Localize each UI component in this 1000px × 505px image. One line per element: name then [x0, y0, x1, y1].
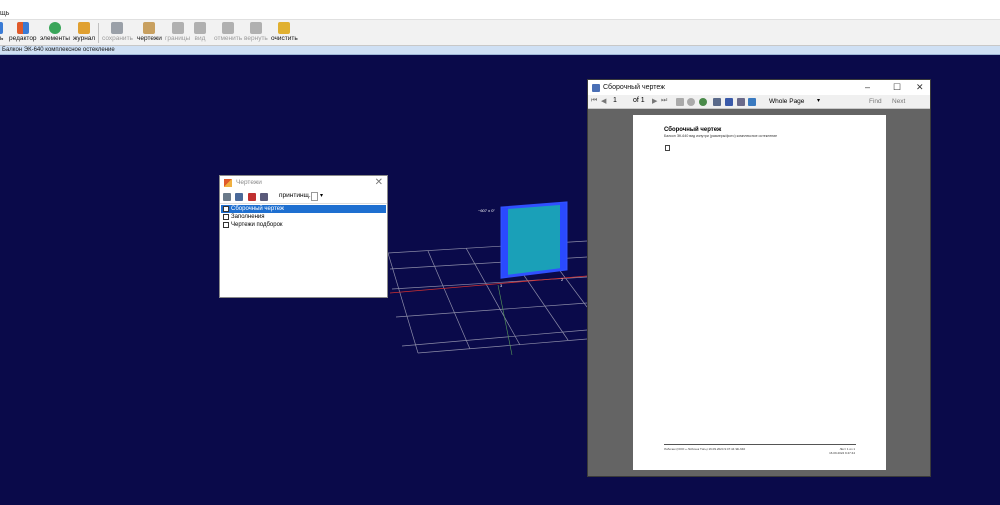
export-icon[interactable]	[748, 98, 756, 106]
find-button[interactable]: Find	[869, 98, 882, 105]
next-button[interactable]: Next	[892, 98, 905, 105]
report-footer-date: 16.09.2024 9:47:44	[829, 451, 855, 455]
toolbar-button-elements[interactable]: элементы	[40, 22, 70, 44]
drawing-thumbnail	[665, 145, 670, 151]
printer-select-box[interactable]	[311, 192, 318, 201]
list-item[interactable]: Чертежи подборок	[221, 221, 386, 229]
maximize-icon[interactable]: ☐	[893, 82, 901, 93]
toolbar-button-redo[interactable]: вернуть	[244, 22, 268, 44]
checkbox[interactable]	[223, 214, 229, 220]
list-item[interactable]: Сборочный чертеж	[221, 205, 386, 213]
report-icon	[592, 84, 600, 92]
chevron-down-icon[interactable]: ▾	[320, 192, 323, 199]
toolbar-button-view[interactable]: вид	[194, 22, 206, 44]
elements-icon	[48, 22, 61, 34]
drawings-list: Сборочный чертеж Заполнения Чертежи подб…	[221, 205, 386, 229]
page-setup-icon[interactable]	[737, 98, 745, 106]
next-page-icon[interactable]: ▶	[652, 97, 657, 105]
x-axis-line	[389, 275, 588, 294]
save-icon	[111, 22, 124, 34]
prev-page-icon[interactable]: ◀	[601, 97, 606, 105]
report-page: Сборочный чертеж Балкон ЭК-640 вид изнут…	[633, 115, 886, 470]
close-icon[interactable]: ✕	[916, 82, 924, 93]
file-icon	[0, 22, 4, 34]
checkbox[interactable]	[223, 222, 229, 228]
drawings-window: Чертежи ✕ принтинщ... ▾ Сборочный чертеж…	[219, 175, 388, 298]
app-icon	[224, 179, 232, 187]
y-axis-line	[497, 284, 513, 356]
dimension-label-left: 3	[500, 283, 503, 288]
main-toolbar: ть редактор элементы журнал сохранить че…	[0, 20, 1000, 46]
toolbar-button-file[interactable]: ть	[0, 22, 3, 44]
panel-frame-right	[560, 203, 566, 270]
clear-icon	[278, 22, 291, 34]
report-footer-left: Лобочек (ООО « Лобочек Тип») 16.09.2024 …	[664, 447, 746, 451]
page-number-input[interactable]: 1	[613, 97, 617, 104]
toolbar-button-undo[interactable]: отменить	[214, 22, 242, 44]
toolbar-button-save[interactable]: сохранить	[102, 22, 133, 44]
minimize-icon[interactable]: –	[865, 82, 870, 92]
drawings-window-titlebar[interactable]: Чертежи ✕	[220, 176, 387, 190]
dimension-label-top: ~607 x 0"	[478, 208, 495, 213]
redo-icon	[249, 22, 262, 34]
list-item[interactable]: Заполнения	[221, 213, 386, 221]
toolbar-button-editor[interactable]: редактор	[9, 22, 37, 44]
stop-icon[interactable]	[687, 98, 695, 106]
print-preview-window: Сборочный чертеж – ☐ ✕ ⏮ ◀ 1 of 1 ▶ ⏭ Wh…	[587, 79, 931, 477]
refresh-icon[interactable]	[699, 98, 707, 106]
settings-icon[interactable]	[260, 193, 268, 201]
footer-divider	[664, 444, 856, 445]
document-title: Балкон ЭК-640 комплексное остекление	[2, 47, 115, 53]
toolbar-button-bounds[interactable]: границы	[165, 22, 190, 44]
chevron-down-icon[interactable]: ▾	[817, 97, 820, 104]
report-subtitle: Балкон ЭК-640 вид изнутри (размеры/фото)…	[664, 134, 778, 138]
close-icon[interactable]: ✕	[375, 177, 383, 188]
print-icon[interactable]	[223, 193, 231, 201]
menu-bar: щь	[0, 0, 1000, 20]
drawings-toolbar: принтинщ... ▾	[220, 190, 387, 204]
print-icon[interactable]	[713, 98, 721, 106]
toolbar-button-drawings[interactable]: чертежи	[137, 22, 162, 44]
toolbar-separator	[98, 23, 99, 43]
first-page-icon[interactable]: ⏮	[591, 97, 597, 105]
preview-toolbar: ⏮ ◀ 1 of 1 ▶ ⏭ Whole Page ▾ Find Next	[588, 95, 930, 109]
drawings-window-title: Чертежи	[236, 179, 262, 186]
journal-icon	[78, 22, 91, 34]
last-page-icon[interactable]: ⏭	[661, 97, 667, 105]
report-title: Сборочный чертеж	[664, 127, 722, 133]
preview-icon[interactable]	[235, 193, 243, 201]
drawings-icon	[143, 22, 156, 34]
back-icon[interactable]	[676, 98, 684, 106]
editor-icon	[16, 22, 29, 34]
balcony-panel[interactable]	[500, 201, 568, 279]
status-line: Балкон ЭК-640 комплексное остекление	[0, 46, 1000, 55]
checkbox[interactable]	[223, 206, 229, 212]
toolbar-button-journal[interactable]: журнал	[73, 22, 95, 44]
menu-item[interactable]: щь	[0, 10, 9, 17]
zoom-select[interactable]: Whole Page	[769, 98, 804, 105]
page-count: of 1	[633, 97, 645, 104]
undo-icon	[222, 22, 235, 34]
toolbar-button-clear[interactable]: очистить	[271, 22, 298, 44]
pdf-icon[interactable]	[248, 193, 256, 201]
panel-frame-left	[502, 208, 508, 277]
bounds-icon	[171, 22, 184, 34]
layout-icon[interactable]	[725, 98, 733, 106]
preview-titlebar[interactable]: Сборочный чертеж – ☐ ✕	[588, 80, 930, 95]
view-icon	[194, 22, 206, 34]
printer-select[interactable]: принтинщ...	[279, 192, 314, 199]
preview-title: Сборочный чертеж	[603, 84, 665, 91]
